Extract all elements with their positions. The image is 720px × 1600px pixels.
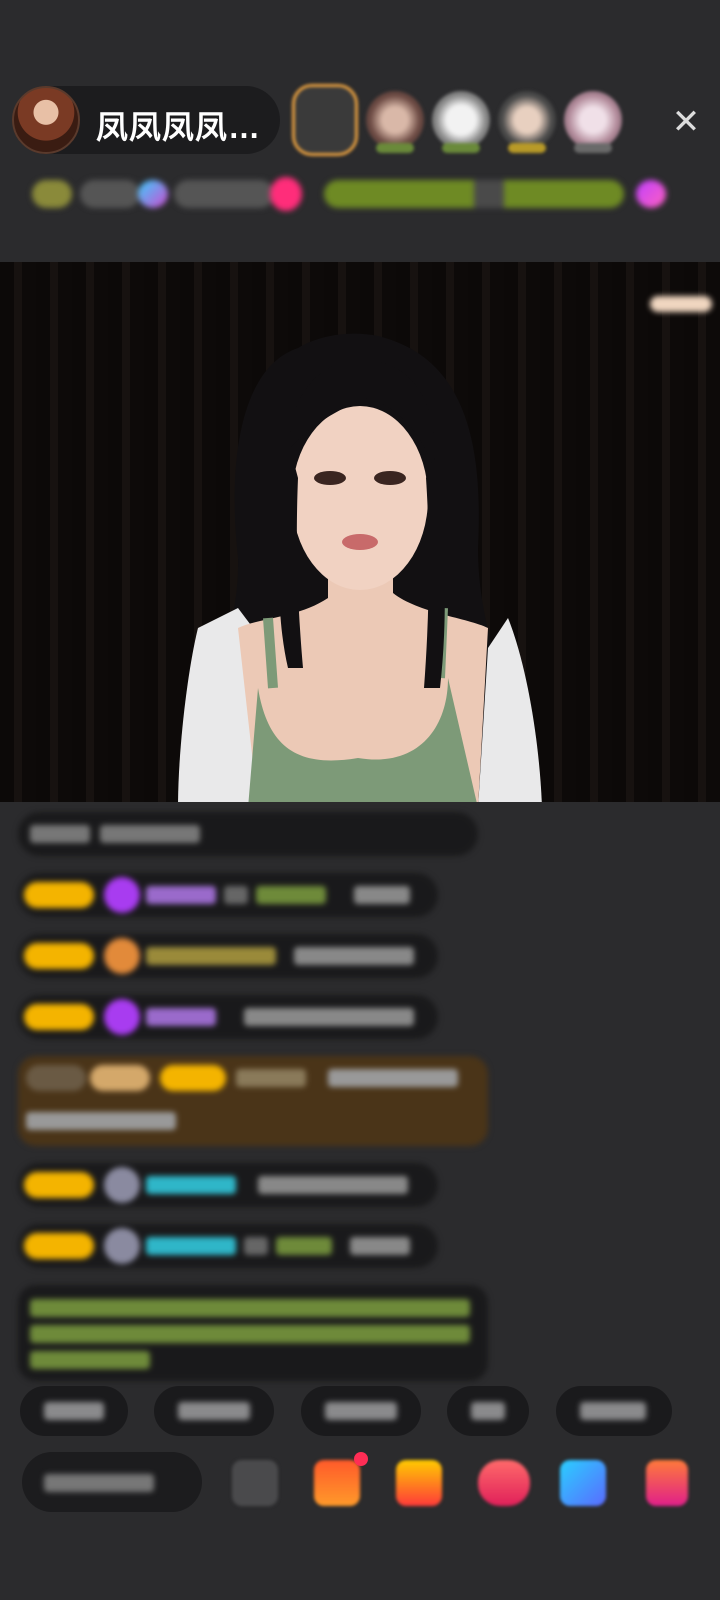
emoji-icon[interactable] — [232, 1460, 278, 1506]
viewer-avatar[interactable] — [564, 91, 622, 153]
chat-message — [18, 1163, 438, 1207]
chat-feed[interactable] — [18, 812, 498, 1398]
treasure-icon[interactable] — [396, 1460, 442, 1506]
stage-light — [650, 296, 712, 312]
viewer-avatar[interactable] — [498, 91, 556, 153]
shop-icon[interactable] — [646, 1460, 688, 1506]
chat-input-button[interactable] — [22, 1452, 202, 1512]
live-video[interactable] — [0, 262, 720, 802]
viewer-avatar[interactable] — [292, 84, 358, 156]
chat-message — [18, 873, 438, 917]
host-pill[interactable]: 凤凤凤凤… — [12, 86, 280, 154]
host-avatar[interactable] — [12, 86, 80, 154]
streamer-figure — [178, 333, 542, 802]
viewer-avatar[interactable] — [366, 91, 424, 153]
chat-message-highlight — [18, 1056, 488, 1146]
viewer-avatar[interactable] — [432, 91, 490, 153]
quick-reply-chip[interactable] — [300, 1386, 421, 1436]
bottom-toolbar — [0, 1452, 720, 1528]
quick-reply-row[interactable] — [20, 1386, 694, 1436]
room-info-bar[interactable] — [24, 172, 692, 216]
chat-message — [18, 812, 478, 856]
top-viewers-list[interactable] — [292, 84, 622, 156]
quick-reply-chip[interactable] — [447, 1386, 530, 1436]
quick-reply-chip[interactable] — [154, 1386, 275, 1436]
quick-reply-chip[interactable] — [555, 1386, 672, 1436]
chat-message — [18, 934, 438, 978]
host-name: 凤凤凤凤… — [96, 109, 262, 145]
close-button[interactable]: ✕ — [664, 100, 708, 144]
chat-message — [18, 995, 438, 1039]
game-icon[interactable] — [478, 1460, 530, 1506]
chat-message — [18, 1224, 438, 1268]
chat-bubble-icon[interactable] — [560, 1460, 606, 1506]
system-notice — [18, 1285, 488, 1381]
notification-dot — [354, 1452, 368, 1466]
quick-reply-chip[interactable] — [20, 1386, 128, 1436]
gift-box-icon[interactable] — [314, 1460, 360, 1506]
